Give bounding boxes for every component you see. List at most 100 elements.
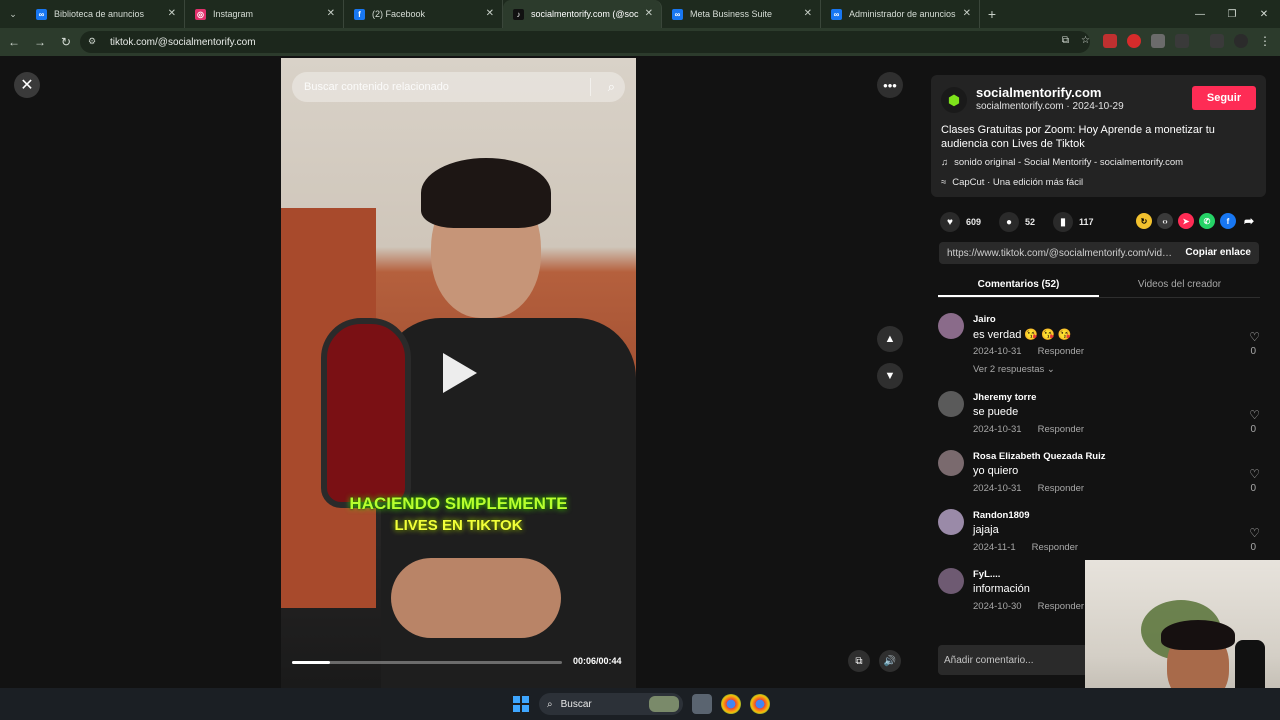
capcut-row[interactable]: ≈ CapCut · Una edición más fácil [941, 177, 1083, 188]
extension-icon[interactable] [1103, 34, 1117, 48]
browser-tab[interactable]: ◎ Instagram ✕ [185, 0, 344, 28]
reload-icon[interactable]: ↻ [54, 30, 78, 54]
search-icon[interactable]: ⌕ [608, 79, 615, 95]
reply-button[interactable]: Responder [1032, 542, 1078, 553]
heart-icon[interactable]: ♥ [940, 212, 960, 232]
next-video-icon[interactable]: ▼ [877, 363, 903, 389]
close-tab-icon[interactable]: ✕ [486, 8, 494, 19]
close-window-icon[interactable]: ✕ [1248, 0, 1280, 28]
bookmark-star-icon[interactable]: ☆ [1081, 35, 1090, 46]
comment-date: 2024-10-31 [973, 424, 1022, 435]
comment-like-count: 0 [1250, 424, 1256, 435]
comment-meta: 2024-10-30 Responder [973, 601, 1084, 612]
close-tab-icon[interactable]: ✕ [168, 8, 176, 19]
new-tab-button[interactable]: + [980, 0, 1004, 28]
save-stat[interactable]: ▮ 117 [1053, 212, 1094, 232]
reply-button[interactable]: Responder [1038, 424, 1084, 435]
creator-username[interactable]: socialmentorify.com [976, 85, 1101, 100]
floating-player-icon[interactable]: ⧉ [848, 650, 870, 672]
search-highlight-image [649, 696, 679, 712]
close-tab-icon[interactable]: ✕ [327, 8, 335, 19]
comment-heart-icon[interactable]: ♡ [1249, 467, 1260, 481]
browser-tab[interactable]: f (2) Facebook ✕ [344, 0, 503, 28]
browser-tab[interactable]: ∞ Biblioteca de anuncios ✕ [26, 0, 185, 28]
commenter-name[interactable]: FyL.... [973, 569, 1000, 580]
reply-button[interactable]: Responder [1038, 601, 1084, 612]
video-caption-line1: HACIENDO SIMPLEMENTE [349, 494, 568, 513]
commenter-avatar[interactable] [938, 450, 964, 476]
commenter-avatar[interactable] [938, 391, 964, 417]
site-info-icon[interactable]: ⚙ [88, 36, 100, 48]
tab-search-icon[interactable]: ⌄ [0, 0, 26, 28]
chrome-taskbar-icon[interactable] [721, 694, 741, 714]
comment-heart-icon[interactable]: ♡ [1249, 408, 1260, 422]
commenter-avatar[interactable] [938, 568, 964, 594]
commenter-name[interactable]: Jairo [973, 314, 996, 325]
comment-meta: 2024-11-1 Responder [973, 542, 1078, 553]
browser-tab[interactable]: ∞ Administrador de anuncios - Ad ✕ [821, 0, 980, 28]
tab-comments[interactable]: Comentarios (52) [938, 274, 1099, 297]
creator-avatar[interactable]: ⬢ [941, 87, 967, 113]
reading-list-icon[interactable] [1210, 34, 1224, 48]
chrome-profile-taskbar-icon[interactable] [750, 694, 770, 714]
comment-like-count: 0 [1250, 542, 1256, 553]
music-row[interactable]: ♫ sonido original - Social Mentorify - s… [941, 157, 1183, 168]
profile-avatar[interactable] [1234, 34, 1248, 48]
close-icon[interactable]: ✕ [14, 72, 40, 98]
minimize-icon[interactable]: — [1184, 0, 1216, 28]
extensions-puzzle-icon[interactable] [1175, 34, 1189, 48]
close-tab-icon[interactable]: ✕ [645, 8, 653, 19]
commenter-avatar[interactable] [938, 509, 964, 535]
comment-heart-icon[interactable]: ♡ [1249, 330, 1260, 344]
extension-icon[interactable] [1151, 34, 1165, 48]
send-to-friends-icon[interactable]: ➤ [1178, 213, 1194, 229]
taskbar-search-label: Buscar [560, 698, 592, 710]
commenter-name[interactable]: Randon1809 [973, 510, 1030, 521]
related-search-placeholder: Buscar contenido relacionado [304, 81, 449, 93]
copy-link-button[interactable]: Copiar enlace [1185, 247, 1251, 258]
whatsapp-icon[interactable]: ✆ [1199, 213, 1215, 229]
repost-icon[interactable]: ↻ [1136, 213, 1152, 229]
add-comment-placeholder: Añadir comentario... [944, 654, 1034, 666]
video-link[interactable]: https://www.tiktok.com/@socialmentorify.… [947, 248, 1175, 259]
related-search-input[interactable]: Buscar contenido relacionado ⌕ [292, 72, 625, 102]
comment-icon[interactable]: ● [999, 212, 1020, 232]
play-icon[interactable] [443, 353, 477, 393]
task-view-icon[interactable] [692, 694, 712, 714]
previous-video-icon[interactable]: ▲ [877, 326, 903, 352]
close-tab-icon[interactable]: ✕ [963, 8, 971, 19]
embed-icon[interactable]: ‹› [1157, 213, 1173, 229]
browser-tab[interactable]: ∞ Meta Business Suite ✕ [662, 0, 821, 28]
volume-icon[interactable]: 🔊 [879, 650, 901, 672]
comment-like-count: 0 [1250, 346, 1256, 357]
browser-tab[interactable]: ♪ socialmentorify.com (@socialme ✕ [503, 0, 662, 28]
bookmark-icon[interactable]: ▮ [1053, 212, 1074, 232]
forward-icon[interactable]: → [28, 30, 52, 54]
tab-creator-videos[interactable]: Videos del creador [1099, 274, 1260, 297]
facebook-share-icon[interactable]: f [1220, 213, 1236, 229]
more-options-icon[interactable]: ••• [877, 72, 903, 98]
comment-stat[interactable]: ● 52 [999, 212, 1035, 232]
reply-button[interactable]: Responder [1038, 483, 1084, 494]
facebook-icon: f [354, 8, 365, 20]
close-tab-icon[interactable]: ✕ [804, 8, 812, 19]
follow-button[interactable]: Seguir [1192, 86, 1256, 110]
chrome-menu-icon[interactable]: ⋮ [1258, 34, 1272, 48]
video-player[interactable]: Buscar contenido relacionado ⌕ HACIENDO … [281, 58, 636, 688]
commenter-avatar[interactable] [938, 313, 964, 339]
commenter-name[interactable]: Rosa Elizabeth Quezada Ruiz [973, 451, 1106, 462]
commenter-name[interactable]: Jheremy torre [973, 392, 1036, 403]
taskbar-search[interactable]: ⌕ Buscar [539, 693, 683, 715]
extension-icon[interactable] [1127, 34, 1141, 48]
reply-button[interactable]: Responder [1038, 346, 1084, 357]
windows-start-icon[interactable] [513, 696, 529, 712]
like-stat[interactable]: ♥ 609 [940, 212, 981, 232]
view-replies-button[interactable]: Ver 2 respuestas ⌄ [973, 364, 1055, 375]
video-progress-bar[interactable] [292, 661, 562, 664]
comment-heart-icon[interactable]: ♡ [1249, 526, 1260, 540]
restore-icon[interactable]: ❐ [1216, 0, 1248, 28]
address-bar[interactable]: ⚙ tiktok.com/@socialmentorify.com [80, 31, 1090, 53]
share-arrow-icon[interactable]: ➦ [1241, 213, 1257, 229]
back-icon[interactable]: ← [2, 30, 26, 54]
install-app-icon[interactable]: ⧉ [1062, 35, 1069, 46]
